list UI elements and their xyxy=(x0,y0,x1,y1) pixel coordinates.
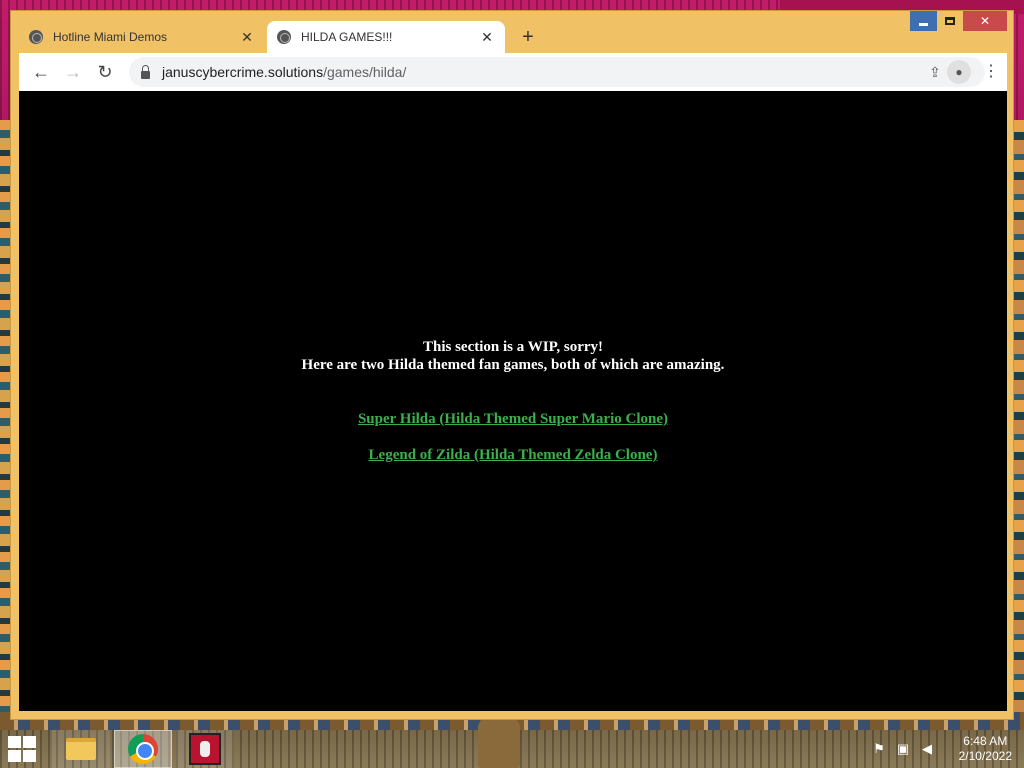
tab-title: Hotline Miami Demos xyxy=(53,30,168,44)
taskbar-file-explorer[interactable] xyxy=(52,730,110,768)
browser-window: ✕ Hotline Miami Demos ✕ HILDA GAMES!!! ✕… xyxy=(10,10,1014,720)
taskbar: ⚑ ▣ ◀ 6:48 AM 2/10/2022 xyxy=(0,730,1024,768)
back-arrow-icon[interactable]: ← xyxy=(25,56,57,88)
taskbar-game[interactable] xyxy=(176,730,234,768)
tab-close-icon[interactable]: ✕ xyxy=(239,29,255,45)
reload-icon[interactable]: ↻ xyxy=(89,56,121,88)
lock-icon xyxy=(141,64,150,79)
message-line: This section is a WIP, sorry! xyxy=(422,339,603,355)
volume-muted-icon[interactable]: ◀ xyxy=(918,740,936,758)
url-path: /games/hilda/ xyxy=(323,64,407,80)
clock-date: 2/10/2022 xyxy=(958,749,1012,763)
chrome-icon xyxy=(128,734,158,764)
globe-icon xyxy=(29,30,43,44)
windows-logo-icon xyxy=(23,750,36,762)
share-icon[interactable]: ⇪ xyxy=(923,60,947,84)
message-line: Here are two Hilda themed fan games, bot… xyxy=(301,357,725,373)
globe-icon xyxy=(277,30,291,44)
super-hilda-link[interactable]: Super Hilda (Hilda Themed Super Mario Cl… xyxy=(358,411,668,427)
menu-dots-icon[interactable]: ⋮ xyxy=(981,59,1001,85)
network-icon[interactable]: ▣ xyxy=(894,740,912,758)
windows-logo-icon xyxy=(8,750,21,762)
address-bar[interactable]: januscybercrime.solutions/games/hilda/ ⇪… xyxy=(129,57,985,87)
file-explorer-icon xyxy=(66,738,96,760)
clock-time: 6:48 AM xyxy=(963,734,1008,748)
system-tray: ⚑ ▣ ◀ xyxy=(870,740,936,758)
legend-of-zilda-link[interactable]: Legend of Zilda (Hilda Themed Zelda Clon… xyxy=(369,447,658,463)
tab-hotline-miami[interactable]: Hotline Miami Demos ✕ xyxy=(19,21,265,53)
browser-toolbar: ← → ↻ januscybercrime.solutions/games/hi… xyxy=(19,53,1007,91)
tab-hilda-games[interactable]: HILDA GAMES!!! ✕ xyxy=(267,21,505,53)
url-host: januscybercrime.solutions xyxy=(162,64,324,80)
game-link-row: Super Hilda (Hilda Themed Super Mario Cl… xyxy=(19,410,1007,428)
forward-arrow-icon[interactable]: → xyxy=(57,56,89,88)
taskbar-chrome[interactable] xyxy=(114,730,172,768)
page-viewport: This section is a WIP, sorry! Here are t… xyxy=(19,91,1007,711)
windows-logo-icon xyxy=(8,736,21,748)
action-center-flag-icon[interactable]: ⚑ xyxy=(870,740,888,758)
new-tab-icon[interactable]: + xyxy=(517,27,539,49)
start-button[interactable] xyxy=(8,736,38,762)
tab-title: HILDA GAMES!!! xyxy=(301,30,393,44)
windows-logo-icon xyxy=(23,736,36,748)
profile-avatar-icon[interactable]: ● xyxy=(947,60,971,84)
game-link-row: Legend of Zilda (Hilda Themed Zelda Clon… xyxy=(19,446,1007,464)
wip-message: This section is a WIP, sorry! Here are t… xyxy=(19,338,1007,374)
tab-strip: Hotline Miami Demos ✕ HILDA GAMES!!! ✕ + xyxy=(19,21,999,53)
url-text: januscybercrime.solutions/games/hilda/ xyxy=(162,64,406,80)
taskbar-clock[interactable]: 6:48 AM 2/10/2022 xyxy=(959,734,1012,764)
game-icon xyxy=(189,733,221,765)
tab-close-icon[interactable]: ✕ xyxy=(479,29,495,45)
